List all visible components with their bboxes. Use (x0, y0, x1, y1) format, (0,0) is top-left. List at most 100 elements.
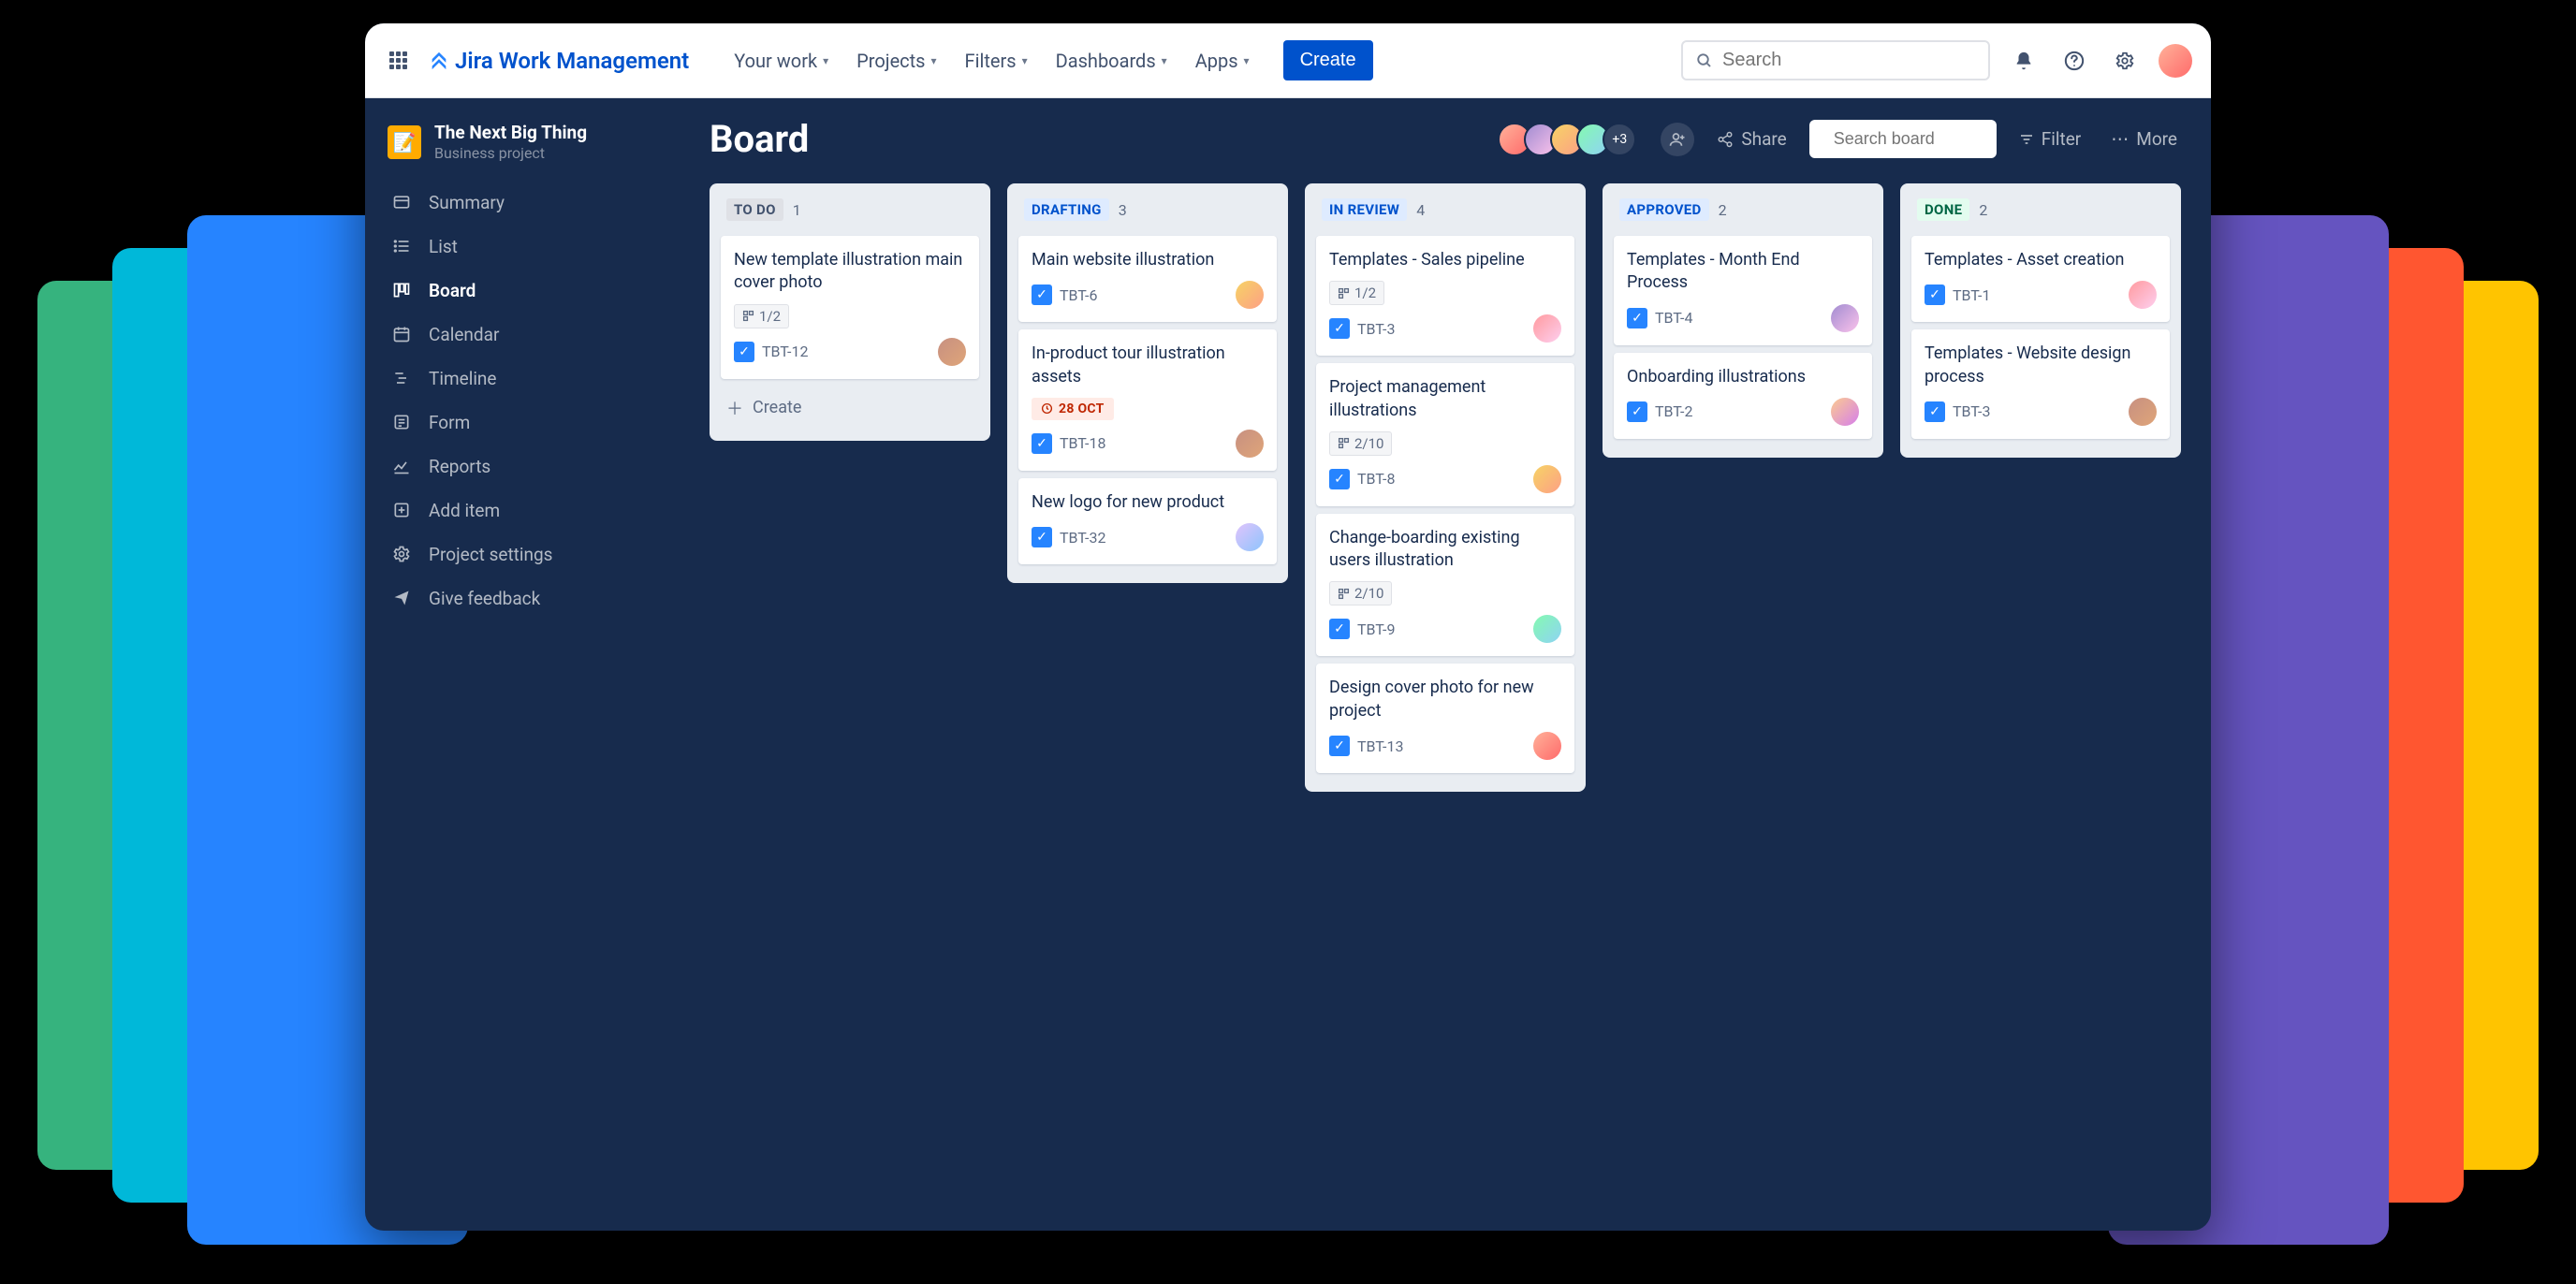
issue-card[interactable]: Main website illustration ✓ TBT-6 (1018, 236, 1277, 322)
sidebar-item[interactable]: Calendar (365, 313, 683, 357)
assignee-avatar[interactable] (1533, 465, 1561, 493)
board-column: IN REVIEW 4 Templates - Sales pipeline 1… (1305, 183, 1586, 792)
task-icon: ✓ (734, 342, 754, 362)
issue-card[interactable]: Change-boarding existing users illustrat… (1316, 514, 1574, 657)
nav-item-label: Projects (856, 50, 925, 72)
issue-card[interactable]: Onboarding illustrations ✓ TBT-2 (1614, 353, 1872, 439)
task-icon: ✓ (1329, 736, 1350, 756)
sidebar-item[interactable]: Give feedback (365, 576, 683, 620)
notifications-icon[interactable] (2007, 44, 2041, 78)
assignee-avatar[interactable] (2129, 281, 2157, 309)
sidebar: 📝 The Next Big Thing Business project Su… (365, 98, 683, 1231)
sidebar-item-icon (391, 589, 412, 607)
issue-card[interactable]: New template illustration main cover pho… (721, 236, 979, 379)
card-title: Main website illustration (1032, 249, 1264, 271)
column-header[interactable]: APPROVED 2 (1614, 195, 1872, 225)
sidebar-item-label: Project settings (429, 544, 552, 565)
assignee-avatar[interactable] (1533, 314, 1561, 343)
create-label: Create (753, 398, 801, 417)
card-title: Templates - Website design process (1925, 343, 2157, 388)
issue-key: ✓ TBT-13 (1329, 736, 1403, 756)
assignee-avatar[interactable] (1236, 281, 1264, 309)
column-header[interactable]: TO DO 1 (721, 195, 979, 225)
issue-card[interactable]: Templates - Sales pipeline 1/2 ✓ TBT-3 (1316, 236, 1574, 356)
filter-button[interactable]: Filter (2012, 123, 2088, 155)
create-issue-button[interactable]: ＋Create (721, 387, 979, 430)
column-header[interactable]: DRAFTING 3 (1018, 195, 1277, 225)
sidebar-item[interactable]: Reports (365, 445, 683, 489)
nav-item[interactable]: Dashboards▾ (1046, 42, 1177, 80)
settings-icon[interactable] (2108, 44, 2142, 78)
global-search[interactable] (1681, 40, 1990, 80)
issue-card[interactable]: Templates - Month End Process ✓ TBT-4 (1614, 236, 1872, 345)
jira-logo-icon (429, 51, 449, 71)
sidebar-item-label: Board (429, 280, 476, 301)
nav-item-label: Filters (965, 50, 1017, 72)
column-header[interactable]: DONE 2 (1911, 195, 2170, 225)
assignee-avatar[interactable] (1831, 398, 1859, 426)
task-icon: ✓ (1032, 433, 1052, 454)
share-button[interactable]: Share (1709, 123, 1793, 155)
avatar-overflow[interactable]: +3 (1603, 123, 1636, 156)
avatar-stack[interactable]: +3 (1498, 123, 1636, 156)
project-header[interactable]: 📝 The Next Big Thing Business project (365, 117, 683, 181)
issue-card[interactable]: Templates - Website design process ✓ TBT… (1911, 329, 2170, 439)
sidebar-item[interactable]: Form (365, 401, 683, 445)
top-nav: Jira Work Management Your work▾Projects▾… (365, 23, 2211, 98)
help-icon[interactable] (2057, 44, 2091, 78)
create-button[interactable]: Create (1283, 40, 1373, 80)
sidebar-item[interactable]: Summary (365, 181, 683, 225)
sidebar-item-icon (391, 237, 412, 255)
issue-card[interactable]: In-product tour illustration assets 28 O… (1018, 329, 1277, 471)
sidebar-item-icon (391, 545, 412, 563)
sidebar-item-label: List (429, 236, 458, 257)
nav-item[interactable]: Projects▾ (847, 42, 945, 80)
assignee-avatar[interactable] (1236, 430, 1264, 458)
issue-card[interactable]: New logo for new product ✓ TBT-32 (1018, 478, 1277, 564)
sidebar-item[interactable]: Add item (365, 489, 683, 533)
subtask-badge: 1/2 (734, 304, 789, 328)
content-area: Board +3 Share (683, 98, 2211, 1231)
product-name: Jira Work Management (455, 48, 689, 74)
more-button[interactable]: ⋯ More (2103, 123, 2185, 155)
sidebar-item[interactable]: Timeline (365, 357, 683, 401)
nav-item[interactable]: Apps▾ (1186, 42, 1259, 80)
issue-card[interactable]: Project management illustrations 2/10 ✓ … (1316, 363, 1574, 506)
assignee-avatar[interactable] (2129, 398, 2157, 426)
issue-card[interactable]: Templates - Asset creation ✓ TBT-1 (1911, 236, 2170, 322)
sidebar-item[interactable]: List (365, 225, 683, 269)
column-count: 1 (793, 201, 801, 219)
column-count: 2 (1979, 201, 1987, 219)
search-icon (1696, 52, 1713, 69)
sidebar-item-icon (391, 457, 412, 475)
sidebar-item-label: Reports (429, 456, 490, 477)
column-count: 2 (1719, 201, 1727, 219)
nav-item[interactable]: Filters▾ (956, 42, 1037, 80)
app-switcher-icon[interactable] (384, 47, 412, 75)
product-logo[interactable]: Jira Work Management (429, 48, 689, 74)
sidebar-item[interactable]: Board (365, 269, 683, 313)
assignee-avatar[interactable] (1236, 523, 1264, 551)
content-header: Board +3 Share (710, 117, 2185, 161)
sidebar-item-label: Summary (429, 192, 505, 213)
assignee-avatar[interactable] (1533, 615, 1561, 643)
column-header[interactable]: IN REVIEW 4 (1316, 195, 1574, 225)
task-icon: ✓ (1925, 401, 1945, 422)
task-icon: ✓ (1627, 308, 1647, 328)
profile-avatar[interactable] (2159, 44, 2192, 78)
global-search-input[interactable] (1722, 50, 1975, 71)
add-person-button[interactable] (1661, 123, 1694, 156)
sidebar-item-icon (391, 325, 412, 343)
sidebar-item-label: Add item (429, 500, 500, 521)
issue-card[interactable]: Design cover photo for new project ✓ TBT… (1316, 664, 1574, 773)
assignee-avatar[interactable] (1533, 732, 1561, 760)
assignee-avatar[interactable] (938, 338, 966, 366)
sidebar-item[interactable]: Project settings (365, 533, 683, 576)
subtask-badge: 2/10 (1329, 581, 1392, 606)
sidebar-item-label: Calendar (429, 324, 499, 345)
task-icon: ✓ (1329, 318, 1350, 339)
nav-item[interactable]: Your work▾ (724, 42, 838, 80)
column-count: 3 (1119, 201, 1127, 219)
board-search[interactable] (1809, 120, 1997, 158)
assignee-avatar[interactable] (1831, 304, 1859, 332)
